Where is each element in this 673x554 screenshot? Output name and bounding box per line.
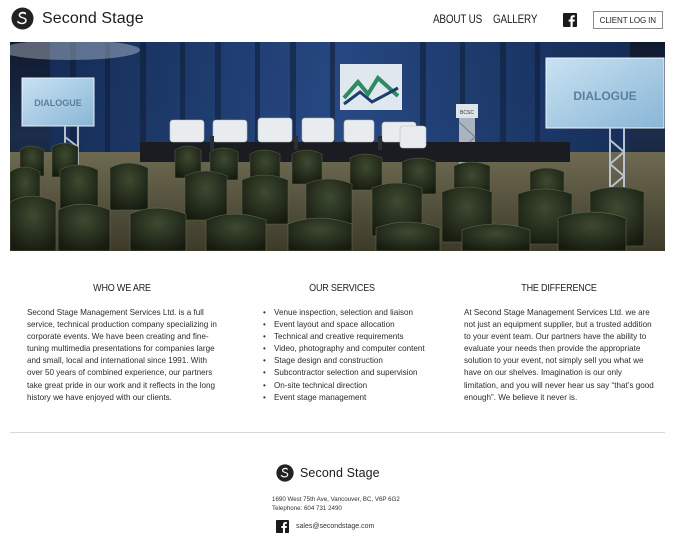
service-item: On-site technical direction <box>263 380 442 392</box>
service-item: Video, photography and computer content <box>263 343 442 355</box>
second-stage-logo-icon <box>276 464 294 482</box>
service-item: Event stage management <box>263 392 442 404</box>
the-difference-title: THE DIFFERENCE <box>521 283 597 294</box>
footer-brand-name: Second Stage <box>300 466 380 480</box>
brand-name: Second Stage <box>42 9 144 27</box>
service-item: Technical and creative requirements <box>263 331 442 343</box>
footer-brand-logo[interactable]: Second Stage <box>276 464 380 482</box>
nav-gallery[interactable]: GALLERY <box>493 14 537 26</box>
street-address: 1690 West 75th Ave, Vancouver, BC, V6P 6… <box>272 496 400 503</box>
facebook-icon[interactable] <box>276 520 289 533</box>
our-services-column: OUR SERVICES Venue inspection, selection… <box>262 283 442 404</box>
the-difference-text: At Second Stage Management Services Ltd.… <box>464 308 654 402</box>
email-link[interactable]: sales@secondstage.com <box>296 523 374 530</box>
brand-logo[interactable]: Second Stage <box>11 7 144 30</box>
service-item: Event layout and space allocation <box>263 319 442 331</box>
telephone: Telephone: 604 731 2490 <box>272 505 342 512</box>
left-screen-text: DIALOGUE <box>34 98 82 108</box>
nav-about-us[interactable]: ABOUT US <box>433 14 482 26</box>
main-nav: ABOUT US GALLERY CLIENT LOG IN <box>433 11 663 29</box>
the-difference-column: THE DIFFERENCE At Second Stage Managemen… <box>464 283 654 404</box>
client-login-button[interactable]: CLIENT LOG IN <box>592 11 663 29</box>
our-services-title: OUR SERVICES <box>309 283 375 294</box>
footer-address: 1690 West 75th Ave, Vancouver, BC, V6P 6… <box>272 495 400 513</box>
who-we-are-column: WHO WE ARE Second Stage Management Servi… <box>27 283 217 404</box>
conference-room-photo: DIALOGUE DIALOGUE BCSC <box>10 42 665 251</box>
service-item: Venue inspection, selection and liaison <box>263 307 442 319</box>
service-item: Subcontractor selection and supervision <box>263 367 442 379</box>
podium-text: BCSC <box>460 110 474 116</box>
who-we-are-text: Second Stage Management Services Ltd. is… <box>27 308 217 402</box>
section-divider <box>10 432 665 433</box>
who-we-are-title: WHO WE ARE <box>93 283 151 294</box>
services-list: Venue inspection, selection and liaison … <box>262 307 442 404</box>
service-item: Stage design and construction <box>263 355 442 367</box>
site-header: Second Stage ABOUT US GALLERY CLIENT LOG… <box>0 0 673 42</box>
facebook-icon[interactable] <box>562 13 577 27</box>
footer-contact: sales@secondstage.com <box>276 520 374 533</box>
second-stage-logo-icon <box>11 7 34 30</box>
right-screen-text: DIALOGUE <box>573 89 636 103</box>
hero-image: DIALOGUE DIALOGUE BCSC <box>10 42 665 251</box>
